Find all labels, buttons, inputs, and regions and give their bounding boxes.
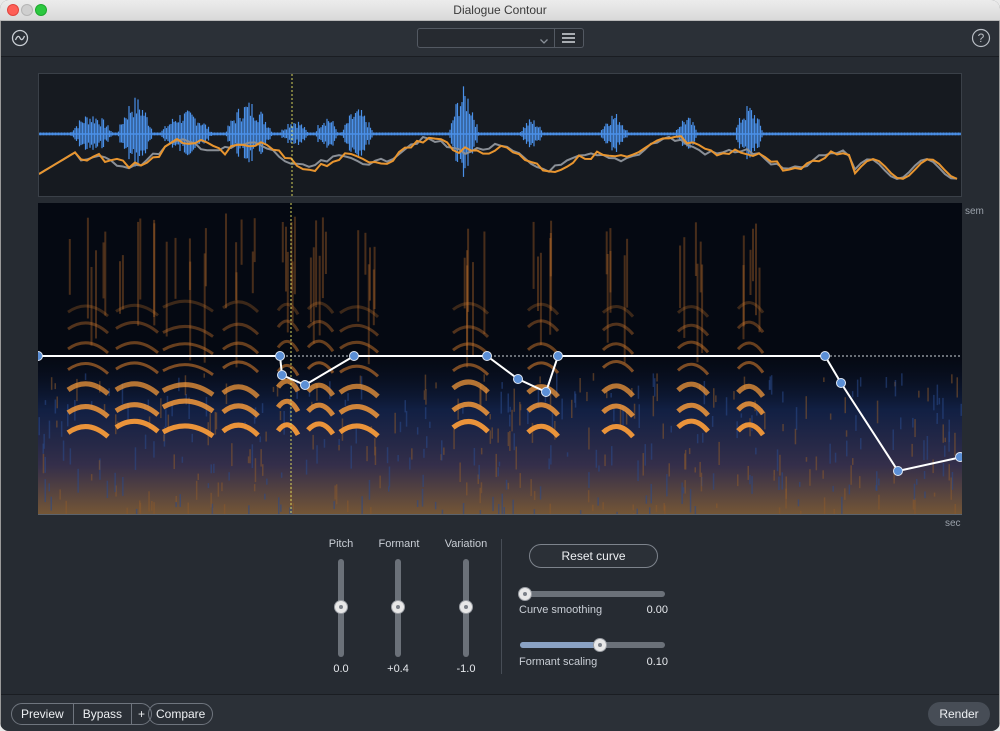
controls-divider — [501, 539, 502, 674]
izotope-logo-icon[interactable] — [11, 29, 29, 47]
curve-node — [553, 351, 563, 361]
pitch-slider-handle[interactable] — [334, 600, 348, 614]
plugin-window: Dialogue Contour ? sem sec Pitch 0.0 For… — [0, 0, 1000, 731]
hamburger-menu-icon — [555, 33, 582, 51]
curve-node — [300, 380, 310, 390]
formant-scaling-handle[interactable] — [593, 638, 607, 652]
reset-curve-button[interactable]: Reset curve — [529, 544, 658, 568]
variation-slider-handle[interactable] — [459, 600, 473, 614]
waveform-overview[interactable] — [38, 73, 962, 197]
waveform-svg — [38, 74, 961, 196]
formant-value: +0.4 — [387, 663, 409, 675]
help-icon[interactable]: ? — [971, 28, 991, 48]
curve-node — [38, 351, 43, 361]
variation-label: Variation — [444, 538, 488, 550]
preset-dropdown[interactable] — [417, 28, 555, 48]
curve-node — [482, 351, 492, 361]
curve-smoothing-track[interactable] — [520, 591, 665, 597]
render-button[interactable]: Render — [928, 702, 990, 726]
seconds-axis-label: sec — [945, 518, 961, 529]
variation-value: -1.0 — [456, 663, 476, 675]
formant-scaling-fill — [520, 642, 599, 648]
curve-node — [955, 452, 962, 462]
curve-smoothing-label: Curve smoothing — [519, 604, 603, 616]
bottom-bar: Preview Bypass + Compare Render — [1, 694, 999, 731]
curve-node — [277, 370, 287, 380]
curve-smoothing-handle[interactable] — [518, 587, 532, 601]
svg-text:?: ? — [978, 31, 985, 45]
formant-scaling-label: Formant scaling — [519, 656, 598, 668]
bypass-button[interactable]: Bypass — [74, 704, 133, 724]
pitch-value: 0.0 — [333, 663, 349, 675]
window-title: Dialogue Contour — [453, 3, 547, 17]
compare-button[interactable]: Compare — [148, 703, 214, 725]
curve-node — [836, 378, 846, 388]
formant-scaling-value: 0.10 — [646, 656, 668, 668]
curve-node — [275, 351, 285, 361]
semitone-axis-label: sem — [965, 206, 984, 217]
spectrogram-svg — [38, 203, 962, 514]
spectrogram-editor[interactable] — [38, 203, 962, 514]
curve-node — [893, 466, 903, 476]
formant-label: Formant — [378, 538, 420, 550]
curve-node — [513, 374, 523, 384]
chevron-down-icon — [539, 33, 549, 51]
title-bar: Dialogue Contour — [0, 0, 1000, 21]
curve-node — [541, 387, 551, 397]
preview-bypass-group: Preview Bypass + — [11, 703, 153, 725]
pitch-label: Pitch — [328, 538, 354, 550]
main-panel: sem sec Pitch 0.0 Formant +0.4 Variation… — [1, 57, 999, 694]
curve-smoothing-value: 0.00 — [646, 604, 668, 616]
time-axis-line — [38, 514, 962, 515]
curve-node — [349, 351, 359, 361]
formant-slider-handle[interactable] — [391, 600, 405, 614]
preset-menu-button[interactable] — [555, 28, 584, 48]
preview-button[interactable]: Preview — [12, 704, 74, 724]
plugin-header: ? — [1, 21, 999, 57]
curve-node — [820, 351, 830, 361]
